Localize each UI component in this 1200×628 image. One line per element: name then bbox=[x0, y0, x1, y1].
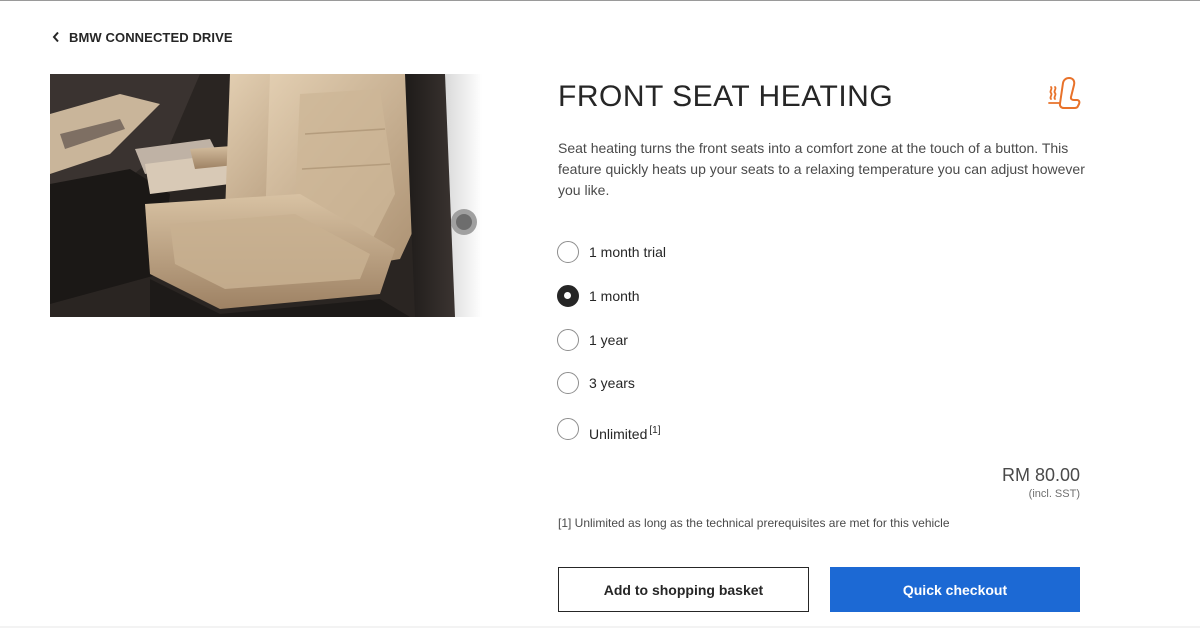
quick-checkout-button[interactable]: Quick checkout bbox=[830, 567, 1080, 612]
option-label: Unlimited [1] bbox=[589, 425, 660, 442]
footnote-text: [1] Unlimited as long as the technical p… bbox=[558, 516, 950, 530]
radio-button[interactable] bbox=[557, 372, 579, 394]
radio-button[interactable] bbox=[557, 417, 579, 440]
product-image bbox=[50, 74, 482, 317]
option-label-text: Unlimited bbox=[589, 426, 648, 442]
option-label: 1 year bbox=[589, 332, 628, 348]
radio-button-selected[interactable] bbox=[557, 285, 579, 307]
product-title: FRONT SEAT HEATING bbox=[558, 80, 894, 113]
option-label: 3 years bbox=[589, 375, 635, 391]
radio-button[interactable] bbox=[557, 329, 579, 351]
price-tax-note: (incl. SST) bbox=[1028, 488, 1080, 500]
option-1-month-trial[interactable]: 1 month trial bbox=[557, 241, 666, 263]
footnote-ref: [1] bbox=[649, 425, 661, 436]
option-1-year[interactable]: 1 year bbox=[557, 329, 628, 351]
option-label: 1 month trial bbox=[589, 244, 667, 260]
price-amount: RM 80.00 bbox=[1001, 465, 1080, 485]
chevron-left-icon bbox=[52, 31, 59, 43]
option-3-years[interactable]: 3 years bbox=[557, 372, 635, 394]
option-unlimited[interactable]: Unlimited [1] bbox=[557, 415, 660, 442]
back-link[interactable]: BMW CONNECTED DRIVE bbox=[52, 28, 233, 46]
top-divider bbox=[0, 0, 1200, 1]
heated-seat-icon bbox=[1048, 77, 1081, 109]
product-description: Seat heating turns the front seats into … bbox=[558, 140, 1085, 198]
add-to-basket-button[interactable]: Add to shopping basket bbox=[558, 567, 809, 612]
radio-button[interactable] bbox=[557, 241, 579, 263]
option-label: 1 month bbox=[589, 288, 640, 304]
back-link-label: BMW CONNECTED DRIVE bbox=[69, 29, 233, 45]
option-1-month[interactable]: 1 month bbox=[557, 285, 640, 307]
